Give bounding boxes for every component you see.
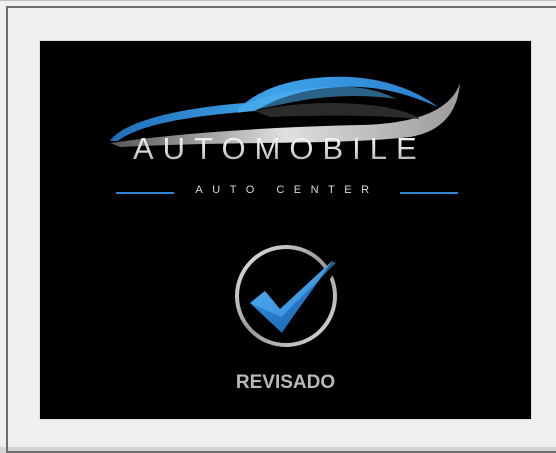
- checkmark-circle-icon: [235, 245, 340, 347]
- logo-graphics: [110, 76, 460, 347]
- subtitle-divider-right: [400, 192, 458, 194]
- revisado-label: REVISADO: [235, 372, 336, 393]
- subtitle-divider-left: [116, 192, 174, 194]
- subtitle: AUTO CENTER: [195, 184, 379, 196]
- badge-card: AUTOMOBILE AUTO CENTER REVISADO: [40, 41, 531, 419]
- brand-name: AUTOMOBILE: [133, 131, 473, 167]
- subtitle-row: AUTO CENTER: [116, 184, 458, 200]
